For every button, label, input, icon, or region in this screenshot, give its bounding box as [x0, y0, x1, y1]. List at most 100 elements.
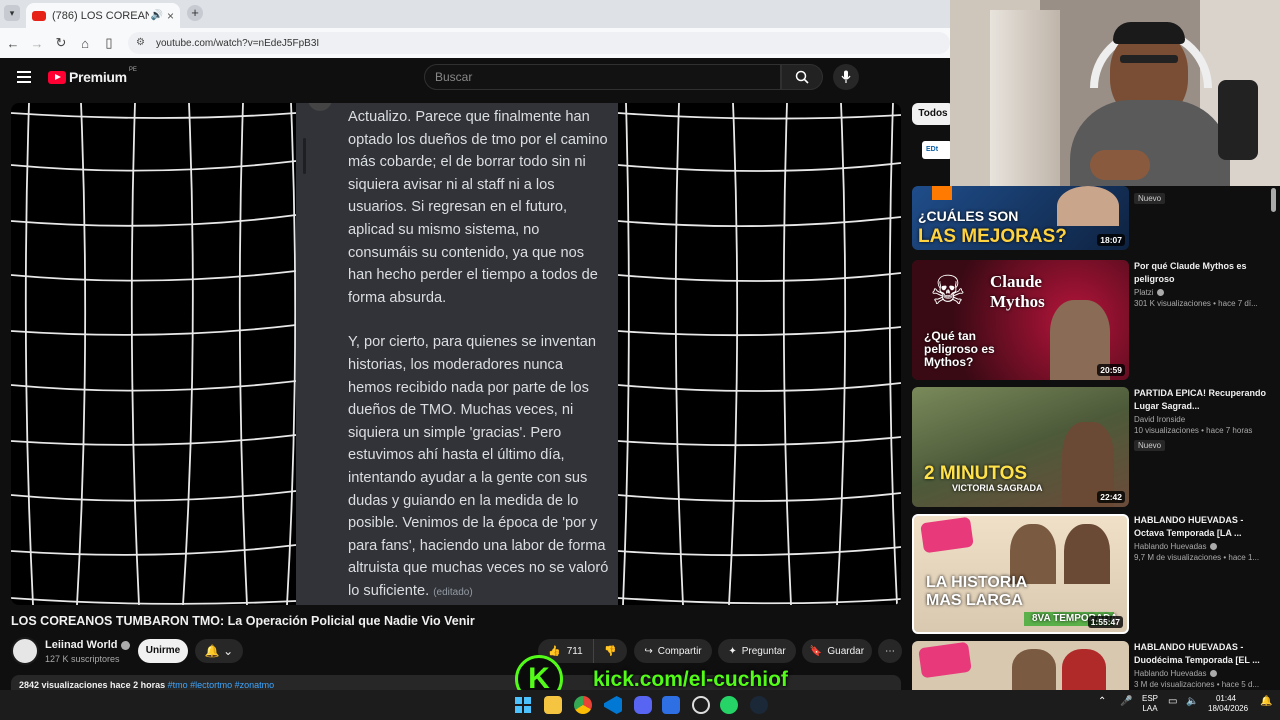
search-input[interactable]: Buscar [424, 64, 781, 90]
filter-chip-all[interactable]: Todos [912, 103, 954, 125]
hashtags[interactable]: #tmo #lectortmo #zonatmo [168, 680, 275, 690]
tab-search-button[interactable]: ▾ [4, 5, 20, 21]
verified-icon [1209, 670, 1217, 678]
recommendation-thumbnail-5[interactable] [912, 641, 1129, 690]
dislike-button[interactable]: 👎 [593, 639, 627, 663]
thumbnail-person [1057, 186, 1119, 226]
site-info-icon[interactable]: ⚙ [136, 37, 148, 49]
home-icon[interactable]: ⌂ [74, 36, 96, 51]
notification-icon[interactable]: 🔔 [1260, 697, 1272, 707]
verified-icon [1156, 289, 1164, 297]
recommendation-stats: 9,7 M de visualizaciones • hace 1... [1134, 553, 1260, 562]
like-count: 711 [566, 645, 583, 657]
browser-tab[interactable]: (786) LOS COREANOS TUMBARON 🔊 × [26, 3, 180, 28]
video-duration: 22:42 [1097, 491, 1125, 503]
youtube-play-icon [48, 70, 66, 84]
thumbnail-caption-2: Mythos [990, 292, 1045, 311]
menu-icon[interactable] [17, 71, 31, 83]
recommendation-meta-4[interactable]: HABLANDO HUEVADAS - Octava Temporada [LA… [1134, 514, 1274, 562]
back-icon[interactable]: ← [2, 36, 24, 51]
message-paragraph-1: Actualizo. Parece que finalmente han opt… [348, 109, 608, 306]
app-icon[interactable] [662, 696, 680, 714]
video-player[interactable]: Actualizo. Parece que finalmente han opt… [11, 103, 901, 605]
recommendation-meta-3[interactable]: PARTIDA EPICA! Recuperando Lugar Sagrad.… [1134, 387, 1274, 453]
more-actions-button[interactable]: ⋯ [878, 639, 902, 663]
new-badge: Nuevo [1134, 193, 1166, 204]
recommendation-stats: 301 K visualizaciones • hace 7 dí... [1134, 299, 1258, 308]
join-button[interactable]: Unirme [138, 639, 188, 663]
channel-avatar[interactable] [11, 637, 39, 665]
recommendation-channel: Hablando Huevadas [1134, 542, 1207, 551]
chrome-icon[interactable] [574, 696, 592, 714]
sidebar-scrollbar[interactable] [1271, 188, 1276, 212]
forward-icon[interactable]: → [26, 36, 48, 51]
recommendation-meta-2[interactable]: Por qué Claude Mythos es peligroso Platz… [1134, 260, 1274, 308]
video-duration: 1:55:47 [1087, 616, 1123, 628]
keyboard-layout: LAA [1142, 704, 1158, 713]
speaker-icon[interactable]: 🔊 [151, 10, 163, 21]
github-icon[interactable] [692, 696, 710, 714]
save-button[interactable]: 🔖 Guardar [802, 639, 872, 663]
address-bar: ← → ↻ ⌂ ▯ ⚙ youtube.com/watch?v=nEdeJ5Fp… [0, 28, 950, 58]
monitor-icon[interactable]: ▭ [1168, 697, 1177, 707]
clock[interactable]: 01:44 18/04/2026 [1208, 694, 1248, 714]
search-icon [795, 70, 809, 84]
thumbnail-caption-1: LA HISTORIA MAS LARGA [926, 574, 1027, 609]
chat-message-panel: Actualizo. Parece que finalmente han opt… [296, 103, 618, 605]
streamer-glasses [1120, 55, 1178, 63]
video-duration: 20:59 [1097, 364, 1125, 376]
share-icon: ↪ [644, 645, 653, 657]
volume-icon[interactable]: 🔈 [1186, 697, 1198, 707]
reload-icon[interactable]: ↻ [50, 35, 72, 51]
file-explorer-icon[interactable] [544, 696, 562, 714]
webcam-curtain [990, 10, 1060, 186]
recommendation-stats: 10 visualizaciones • hace 7 horas [1134, 426, 1253, 435]
tab-close-icon[interactable]: × [167, 9, 174, 23]
recommendation-thumbnail-4[interactable]: LA HISTORIA MAS LARGA 8VA TEMPORADA 1:55… [912, 514, 1129, 634]
new-tab-button[interactable]: + [187, 5, 203, 21]
user-avatar [308, 103, 332, 111]
ask-button[interactable]: ✦ Preguntar [718, 639, 796, 663]
tray-mic-icon[interactable]: 🎤 [1120, 697, 1132, 707]
thumbnail-decoration [932, 186, 952, 200]
recommendation-meta-5[interactable]: HABLANDO HUEVADAS - Duodécima Temporada … [1134, 641, 1274, 690]
channel-name[interactable]: Leiinad World [45, 639, 130, 651]
thumbnail-person [1064, 524, 1110, 584]
bookmark-icon: 🔖 [809, 645, 823, 657]
share-button[interactable]: ↪ Compartir [634, 639, 712, 663]
thumbs-up-icon: 👍 [548, 645, 561, 657]
panel-scrollbar[interactable] [303, 138, 306, 174]
youtube-header: Premium PE Buscar [0, 58, 950, 98]
notification-bell-button[interactable]: 🔔 ⌄ [195, 639, 243, 663]
message-paragraph-2: Y, por cierto, para quienes se inventan … [348, 334, 609, 599]
subscriber-count: 127 K suscriptores [45, 654, 120, 664]
voice-search-button[interactable] [833, 64, 859, 90]
verified-icon [1209, 543, 1217, 551]
whatsapp-icon[interactable] [720, 696, 738, 714]
share-label: Compartir [657, 645, 702, 657]
recommendation-thumbnail-1[interactable]: ¿CUÁLES SON LAS MEJORAS? 18:07 [912, 186, 1129, 250]
thumbnail-caption-2: LAS MEJORAS? [918, 226, 1067, 247]
steam-icon[interactable] [750, 696, 768, 714]
side-panel-icon[interactable]: ▯ [98, 35, 120, 51]
webcam-overlay [950, 0, 1280, 186]
recommendation-thumbnail-2[interactable]: ☠ Claude Mythos ¿Qué tan peligroso es My… [912, 260, 1129, 380]
edited-label: (editado) [433, 586, 473, 598]
youtube-brand: Premium [69, 69, 127, 85]
tray-overflow-icon[interactable]: ⌃ [1098, 697, 1106, 707]
thumbnail-person [1012, 649, 1056, 690]
language-indicator[interactable]: ESP LAA [1142, 694, 1158, 714]
search-button[interactable] [781, 64, 823, 90]
video-duration: 18:07 [1097, 234, 1125, 246]
thumbs-down-icon: 👎 [604, 645, 617, 657]
recommendation-thumbnail-3[interactable]: 2 MINUTOS VICTORIA SAGRADA 22:42 [912, 387, 1129, 507]
streamer-hand [1090, 150, 1150, 180]
youtube-logo[interactable]: Premium PE [48, 67, 137, 85]
windows-start-icon[interactable] [514, 696, 532, 714]
url-text: youtube.com/watch?v=nEdeJ5FpB3I [156, 37, 320, 49]
discord-icon[interactable] [634, 696, 652, 714]
recommendation-channel: David Ironside [1134, 415, 1186, 424]
url-field[interactable]: ⚙ youtube.com/watch?v=nEdeJ5FpB3I [128, 32, 950, 54]
microphone-icon [841, 70, 851, 83]
view-count: 2842 visualizaciones hace 2 horas [19, 680, 166, 690]
